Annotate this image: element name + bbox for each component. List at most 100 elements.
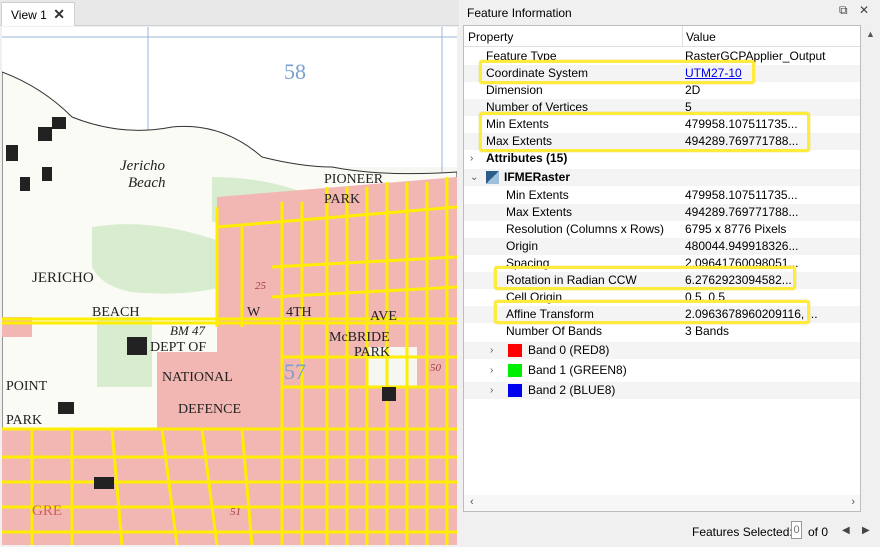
view-tabbar: View 1 ✕ [0, 0, 459, 26]
row-label: Attributes (15) [486, 151, 568, 165]
previous-icon[interactable]: ◀ [842, 525, 850, 536]
map-label-jericho-beach-1: Jericho [120, 158, 165, 174]
row-value: 480044.949918326... [685, 239, 799, 253]
row-label: Cell Origin [506, 290, 563, 304]
row-label: Band 1 (GREEN8) [528, 363, 627, 377]
app-window: View 1 ✕ 58 57 Jericho Beach PIONEER PAR… [0, 0, 880, 547]
tree-row-origin[interactable]: Origin 480044.949918326... [464, 238, 860, 255]
view-pane: View 1 ✕ 58 57 Jericho Beach PIONEER PAR… [0, 0, 459, 547]
row-value: 3 Bands [685, 324, 730, 338]
tree-row-spacing[interactable]: Spacing 2.09641760098051... [464, 255, 860, 272]
map-label-bm: BM 47 [170, 323, 206, 338]
row-label: Origin [506, 239, 539, 253]
panel-title: Feature Information [467, 5, 572, 20]
vertical-scrollbar[interactable]: ▲ [861, 25, 878, 512]
tab-view-1-label: View 1 [11, 7, 47, 22]
map-label-park-right: PARK [354, 345, 390, 360]
band-blue-swatch [508, 384, 522, 397]
row-label: Min Extents [506, 188, 569, 202]
row-label: Number of Vertices [486, 100, 589, 114]
scroll-up-icon[interactable]: ▲ [866, 29, 875, 39]
map-label-w: W [247, 305, 261, 320]
column-header-value[interactable]: Value [686, 30, 716, 44]
tree-row-coordinate-system[interactable]: Coordinate System UTM27-10 [464, 65, 860, 82]
tree-row-min-extents[interactable]: Min Extents 479958.107511735... [464, 116, 860, 133]
row-value: 494289.769771788... [685, 205, 799, 219]
next-icon[interactable]: ▶ [862, 525, 870, 536]
chevron-right-icon[interactable]: › [490, 362, 493, 379]
chevron-right-icon[interactable]: › [470, 150, 473, 167]
row-value: 2.09641760098051... [685, 256, 799, 270]
row-label: Band 0 (RED8) [528, 343, 610, 357]
tree-row-resolution[interactable]: Resolution (Columns x Rows) 6795 x 8776 … [464, 221, 860, 238]
tree-row-band-0[interactable]: › Band 0 (RED8) [464, 342, 860, 359]
tree-row-band-2[interactable]: › Band 2 (BLUE8) [464, 382, 860, 399]
map-label-jericho: JERICHO [32, 270, 94, 286]
row-value: 2D [685, 83, 701, 97]
row-label: Spacing [506, 256, 550, 270]
tree-row-band-1[interactable]: › Band 1 (GREEN8) [464, 362, 860, 379]
tree-row-feature-type[interactable]: Feature Type RasterGCPApplier_Output [464, 48, 860, 65]
chevron-right-icon[interactable]: › [490, 342, 493, 359]
row-label: Max Extents [506, 205, 573, 219]
float-icon[interactable]: ⧉ [839, 3, 848, 18]
tree-row-number-of-bands[interactable]: Number Of Bands 3 Bands [464, 323, 860, 340]
scroll-right-icon[interactable]: › [851, 496, 855, 508]
features-selected-count[interactable]: 0 [791, 521, 802, 539]
close-icon[interactable]: ✕ [859, 3, 869, 17]
tab-view-1[interactable]: View 1 ✕ [1, 2, 75, 26]
close-icon[interactable]: ✕ [53, 6, 65, 23]
row-value: 6795 x 8776 Pixels [685, 222, 787, 236]
tree-row-ifmeraster[interactable]: ⌄ IFMERaster [464, 169, 860, 186]
map-label-51: 51 [230, 506, 241, 518]
row-value: 6.2762923094582... [685, 273, 792, 287]
tree-row-cell-origin[interactable]: Cell Origin 0.5, 0.5 [464, 289, 860, 306]
coordinate-system-link[interactable]: UTM27-10 [685, 65, 742, 82]
row-label: Affine Transform [506, 307, 594, 321]
map-label-4th: 4TH [286, 305, 312, 320]
map-label-grid-58: 58 [284, 59, 306, 84]
row-label: Resolution (Columns x Rows) [506, 222, 665, 236]
row-label: Number Of Bands [506, 324, 603, 338]
row-value: 479958.107511735... [685, 188, 798, 202]
scroll-left-icon[interactable]: ‹ [470, 496, 474, 508]
map-label-25: 25 [255, 280, 267, 292]
row-value: 2.0963678960209116, ... [685, 307, 818, 321]
map-label-ave: AVE [370, 309, 397, 324]
map-label-gre: GRE [32, 503, 62, 519]
column-header-property[interactable]: Property [468, 30, 513, 44]
panel-titlebar: Feature Information ⧉ ✕ [461, 0, 880, 25]
map-label-point: POINT [6, 379, 48, 394]
map-label-mcbride: McBRIDE [329, 330, 390, 345]
tree-header: Property Value [464, 26, 860, 47]
tree-row-rotation[interactable]: Rotation in Radian CCW 6.2762923094582..… [464, 272, 860, 289]
horizontal-scrollbar[interactable]: ‹ › [464, 495, 860, 511]
map-label-national: NATIONAL [162, 370, 233, 385]
raster-icon [486, 171, 499, 184]
row-label: Min Extents [486, 117, 549, 131]
chevron-down-icon[interactable]: ⌄ [470, 169, 478, 186]
tree-row-attributes[interactable]: › Attributes (15) [464, 150, 860, 167]
tree-row-dimension[interactable]: Dimension 2D [464, 82, 860, 99]
map-label-defence: DEFENCE [178, 402, 241, 417]
tree-row-raster-min-extents[interactable]: Min Extents 479958.107511735... [464, 187, 860, 204]
map-image: 58 57 Jericho Beach PIONEER PARK JERICHO… [2, 27, 457, 545]
row-label: Coordinate System [486, 66, 589, 80]
tree-row-affine-transform[interactable]: Affine Transform 2.0963678960209116, ... [464, 306, 860, 323]
map-label-grid-57: 57 [284, 359, 306, 384]
map-label-dept-of: DEPT OF [150, 340, 206, 355]
chevron-right-icon[interactable]: › [490, 382, 493, 399]
tree-row-raster-max-extents[interactable]: Max Extents 494289.769771788... [464, 204, 860, 221]
tree-row-max-extents[interactable]: Max Extents 494289.769771788... [464, 133, 860, 150]
row-value: 494289.769771788... [685, 134, 799, 148]
row-label: Max Extents [486, 134, 553, 148]
map-label-jericho-beach-2: Beach [128, 175, 165, 191]
property-tree: Property Value Feature Type RasterGCPApp… [463, 25, 861, 512]
row-value: 5 [685, 100, 692, 114]
features-selected-label: Features Selected: [692, 525, 793, 539]
tree-row-number-of-vertices[interactable]: Number of Vertices 5 [464, 99, 860, 116]
map-canvas[interactable]: 58 57 Jericho Beach PIONEER PARK JERICHO… [2, 27, 457, 545]
row-label: Rotation in Radian CCW [506, 273, 637, 287]
row-label: IFMERaster [504, 170, 571, 184]
band-green-swatch [508, 364, 522, 377]
